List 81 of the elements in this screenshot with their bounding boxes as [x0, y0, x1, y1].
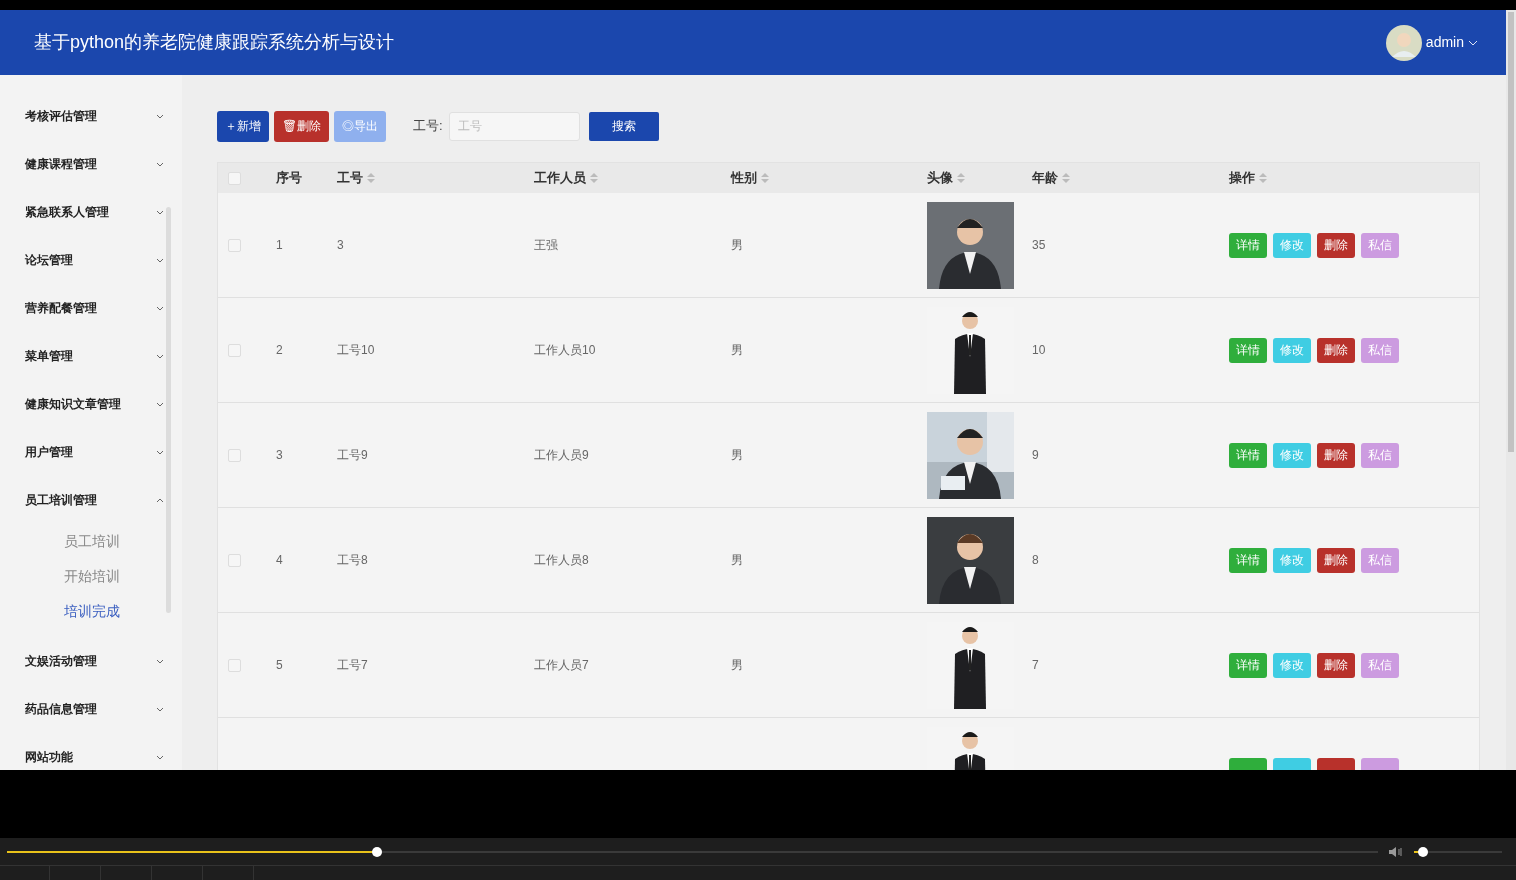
chevron-up-icon[interactable]	[156, 497, 164, 503]
table-cell: 工作人员10	[534, 343, 596, 357]
table-cell: 工作人员9	[534, 448, 589, 462]
column-header[interactable]: 操作	[1229, 168, 1255, 188]
table-cell: 工号9	[337, 448, 368, 462]
delete-button[interactable]: 删除	[1317, 442, 1355, 468]
chevron-down-icon[interactable]	[156, 113, 164, 119]
column-header[interactable]: 工作人员	[534, 168, 586, 188]
submenu-item[interactable]: 员工培训	[64, 531, 120, 552]
menu-item[interactable]: 用户管理	[25, 443, 73, 461]
table-cell: 5	[276, 658, 283, 672]
delete-button[interactable]: 删除	[1317, 232, 1355, 258]
menu-item[interactable]: 健康课程管理	[25, 155, 97, 173]
table-cell: 1	[276, 238, 283, 252]
menu-item[interactable]: 论坛管理	[25, 251, 73, 269]
volume-thumb[interactable]	[1417, 846, 1428, 857]
table-cell: 工号8	[337, 553, 368, 567]
table-cell: 工号7	[337, 658, 368, 672]
table-cell: 7	[1032, 658, 1039, 672]
menu-item[interactable]: 考核评估管理	[25, 107, 97, 125]
volume-icon[interactable]	[1388, 845, 1405, 858]
menu-item[interactable]: 菜单管理	[25, 347, 73, 365]
chevron-down-icon[interactable]	[156, 449, 164, 455]
row-checkbox[interactable]	[228, 238, 241, 252]
table-cell: 8	[1032, 553, 1039, 567]
table-cell: 10	[1032, 343, 1046, 357]
search-label: 工号:	[413, 117, 443, 136]
progress-thumb[interactable]	[372, 846, 383, 857]
table-cell: 35	[1032, 238, 1046, 252]
delete-button[interactable]: 🗑删除	[274, 110, 329, 142]
column-header[interactable]: 性别	[731, 168, 757, 188]
app-title: 基于python的养老院健康跟踪系统分析与设计	[34, 31, 395, 54]
column-header[interactable]: 头像	[927, 168, 953, 188]
chevron-down-icon[interactable]	[156, 706, 164, 712]
table-cell: 4	[276, 553, 283, 567]
chevron-down-icon[interactable]	[156, 257, 164, 263]
user-name[interactable]: admin	[1425, 32, 1464, 53]
column-header[interactable]: 工号	[337, 168, 363, 188]
row-checkbox[interactable]	[228, 658, 241, 672]
menu-item[interactable]: 员工培训管理	[25, 491, 97, 509]
avatar-icon	[1385, 24, 1422, 61]
column-header[interactable]: 年龄	[1032, 168, 1058, 188]
menu-item[interactable]: 健康知识文章管理	[25, 395, 121, 413]
row-checkbox[interactable]	[228, 553, 241, 567]
chevron-down-icon[interactable]	[156, 658, 164, 664]
row-checkbox[interactable]	[228, 448, 241, 462]
menu-item[interactable]: 紧急联系人管理	[25, 203, 109, 221]
chevron-down-icon[interactable]	[156, 353, 164, 359]
submenu-item[interactable]: 开始培训	[64, 566, 120, 587]
table-cell: 男	[731, 553, 743, 567]
delete-button[interactable]: 删除	[1317, 547, 1355, 573]
select-all-checkbox[interactable]	[228, 171, 241, 185]
chevron-down-icon[interactable]	[156, 209, 164, 215]
menu-item[interactable]: 药品信息管理	[25, 700, 97, 718]
table-cell: 3	[337, 238, 344, 252]
table-cell: 男	[731, 658, 743, 672]
table-cell: 3	[276, 448, 283, 462]
add-button[interactable]: ＋新增	[217, 110, 269, 142]
table-cell: 工作人员7	[534, 658, 589, 672]
table-cell: 男	[731, 448, 743, 462]
table-cell: 男	[731, 238, 743, 252]
row-checkbox[interactable]	[228, 343, 241, 357]
column-header[interactable]: 序号	[276, 168, 302, 188]
chevron-down-icon[interactable]	[156, 754, 164, 760]
table-cell: 男	[731, 343, 743, 357]
table-cell: 工号10	[337, 343, 375, 357]
table-cell: 2	[276, 343, 283, 357]
table-cell: 工作人员8	[534, 553, 589, 567]
delete-button[interactable]: 删除	[1317, 652, 1355, 678]
chevron-down-icon[interactable]	[156, 161, 164, 167]
search-button[interactable]: 搜索	[588, 111, 659, 141]
chevron-down-icon[interactable]	[156, 401, 164, 407]
menu-item[interactable]: 网站功能	[25, 748, 73, 766]
table-cell: 9	[1032, 448, 1039, 462]
menu-item[interactable]: 文娱活动管理	[25, 652, 97, 670]
chevron-down-icon[interactable]	[156, 305, 164, 311]
table-cell: 王强	[534, 238, 558, 252]
delete-button[interactable]: 删除	[1317, 337, 1355, 363]
submenu-item[interactable]: 培训完成	[64, 601, 120, 622]
scrollbar-thumb[interactable]	[1508, 12, 1514, 452]
menu-item[interactable]: 营养配餐管理	[25, 299, 97, 317]
